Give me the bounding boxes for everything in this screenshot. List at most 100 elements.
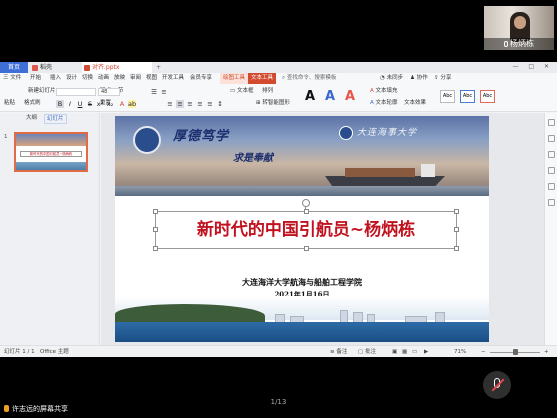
menu-home[interactable]: 开始: [30, 73, 41, 84]
text-style-black[interactable]: A: [302, 89, 318, 105]
resize-handle-sw[interactable]: [153, 246, 158, 251]
thumb-header-image: [16, 134, 86, 146]
panel-tabs: 大纲 幻灯片: [0, 113, 100, 124]
slide-thumbnail-panel: 大纲 幻灯片 1 新时代的中国引航员~杨炳栋 +: [0, 113, 100, 345]
transform-icon[interactable]: [548, 167, 555, 174]
menu-review[interactable]: 审阅: [130, 73, 141, 84]
menu-animation[interactable]: 动画: [98, 73, 109, 84]
participant-name-bar: 杨炳栋: [484, 38, 554, 50]
menu-member[interactable]: 会员专享: [190, 73, 212, 84]
font-color-button[interactable]: A: [118, 100, 126, 108]
command-search[interactable]: ⌕ 查找命令、搜索模板: [282, 73, 336, 84]
align-center-button[interactable]: ≡: [176, 100, 184, 108]
slide-header-image: 厚德笃学 求是奉献 大连海事大学: [115, 116, 489, 196]
convert-smartart-button[interactable]: ⊞ 转智能图形: [256, 98, 290, 106]
resize-handle-w[interactable]: [153, 227, 158, 232]
text-outline-button[interactable]: A 文本轮廓: [370, 98, 398, 106]
new-tab-button[interactable]: +: [154, 62, 164, 73]
tab-template[interactable]: 稻壳: [30, 62, 80, 73]
font-size-select[interactable]: 48: [98, 88, 120, 96]
format-painter-button[interactable]: 格式刷: [24, 98, 41, 106]
mute-mic-button[interactable]: [483, 371, 511, 399]
tab-home[interactable]: 首页: [0, 62, 28, 73]
view-sorter-icon[interactable]: ▦: [402, 346, 407, 357]
resize-handle-e[interactable]: [454, 227, 459, 232]
title-textbox[interactable]: 新时代的中国引航员~杨炳栋: [153, 209, 459, 251]
zoom-out-icon[interactable]: −: [481, 346, 486, 357]
text-style-blue[interactable]: A: [322, 89, 338, 105]
menu-dev-tools[interactable]: 开发工具: [162, 73, 184, 84]
tab-current-file[interactable]: 对齐.pptx: [82, 62, 152, 73]
menu-slideshow[interactable]: 放映: [114, 73, 125, 84]
text-style-red[interactable]: A: [342, 89, 358, 105]
arrange-label: 排列: [262, 88, 274, 94]
slide-thumbnail-1[interactable]: 新时代的中国引航员~杨炳栋: [14, 132, 88, 172]
collab-button[interactable]: ♟ 协作: [410, 73, 428, 84]
play-slideshow-icon[interactable]: ▶: [424, 346, 428, 357]
menu-insert[interactable]: 插入: [50, 73, 61, 84]
menu-design[interactable]: 设计: [66, 73, 77, 84]
tab-outline[interactable]: 大纲: [26, 113, 37, 123]
menu-text-tools[interactable]: 文本工具: [248, 73, 277, 84]
strikethrough-button[interactable]: S: [86, 100, 94, 108]
comment-button[interactable]: ▢ 批注: [358, 346, 376, 357]
unsync-status[interactable]: ◔ 未同步: [380, 73, 403, 84]
bold-button[interactable]: B: [56, 100, 64, 108]
help-icon[interactable]: [548, 183, 555, 190]
underline-button[interactable]: U: [76, 100, 84, 108]
align-left-button[interactable]: ≡: [166, 100, 174, 108]
skyline-water: [115, 322, 489, 342]
animation-icon[interactable]: [548, 151, 555, 158]
resize-handle-nw[interactable]: [153, 209, 158, 214]
menu-drawing-tools[interactable]: 绘图工具: [220, 73, 249, 84]
style-icon[interactable]: [548, 135, 555, 142]
bullets-button[interactable]: ☰: [150, 88, 158, 96]
line-spacing-button[interactable]: ↕: [216, 100, 224, 108]
new-slide-button[interactable]: 新建幻灯片: [28, 86, 56, 94]
properties-icon[interactable]: [548, 119, 555, 126]
view-reading-icon[interactable]: ▭: [412, 346, 417, 357]
align-right-button[interactable]: ≡: [186, 100, 194, 108]
text-effect-button[interactable]: 文本效果: [404, 98, 426, 106]
shape-style-swatch-red[interactable]: Abc: [480, 90, 495, 103]
superscript-button[interactable]: x²: [96, 100, 104, 108]
settings-icon[interactable]: [548, 199, 555, 206]
slide-subtitle[interactable]: 大连海洋大学航海与船舶工程学院: [115, 277, 489, 288]
paste-button[interactable]: 粘贴: [4, 98, 15, 106]
participant-video-tile[interactable]: 杨炳栋: [484, 6, 554, 50]
shape-style-swatch-blue[interactable]: Abc: [460, 90, 475, 103]
justify-button[interactable]: ≡: [196, 100, 204, 108]
command-search-placeholder: 查找命令、搜索模板: [286, 75, 337, 81]
resize-handle-se[interactable]: [454, 246, 459, 251]
subscript-button[interactable]: x₂: [106, 100, 114, 108]
arrange-button[interactable]: 排列: [262, 86, 273, 94]
view-normal-icon[interactable]: ▣: [392, 346, 397, 357]
menu-transition[interactable]: 切换: [82, 73, 93, 84]
zoom-in-icon[interactable]: +: [544, 346, 549, 357]
zoom-slider-knob[interactable]: [513, 349, 518, 355]
slide-count: 幻灯片 1 / 1: [4, 349, 35, 355]
numbering-button[interactable]: ≡: [160, 88, 168, 96]
zoom-level[interactable]: 71%: [454, 346, 466, 357]
text-fill-button[interactable]: A 文本填充: [370, 86, 398, 94]
window-controls[interactable]: — □ ✕: [512, 63, 553, 70]
rotate-handle[interactable]: [302, 199, 310, 207]
resize-handle-s[interactable]: [304, 246, 309, 251]
text-box-button[interactable]: ▭ 文本框: [230, 86, 253, 94]
resize-handle-n[interactable]: [304, 209, 309, 214]
font-family-select[interactable]: [56, 88, 96, 96]
share-button[interactable]: ⇪ 分享: [434, 73, 451, 84]
menu-view[interactable]: 视图: [146, 73, 157, 84]
tab-slides[interactable]: 幻灯片: [44, 114, 67, 124]
distribute-button[interactable]: ≡: [206, 100, 214, 108]
italic-button[interactable]: I: [66, 100, 74, 108]
menu-file[interactable]: 三 文件: [3, 73, 21, 84]
resize-handle-ne[interactable]: [454, 209, 459, 214]
current-slide[interactable]: 厚德笃学 求是奉献 大连海事大学 新时代的中国引航员~杨炳栋 大连海洋大学航海与: [115, 116, 489, 342]
motto-right: 大连海事大学: [357, 128, 418, 138]
text-effect-label: 文本效果: [404, 100, 427, 106]
highlight-button[interactable]: ab: [128, 100, 136, 108]
shape-style-swatch-gray[interactable]: Abc: [440, 90, 455, 103]
slide-title[interactable]: 新时代的中国引航员~杨炳栋: [156, 212, 456, 248]
notes-button[interactable]: ≡ 备注: [330, 346, 347, 357]
